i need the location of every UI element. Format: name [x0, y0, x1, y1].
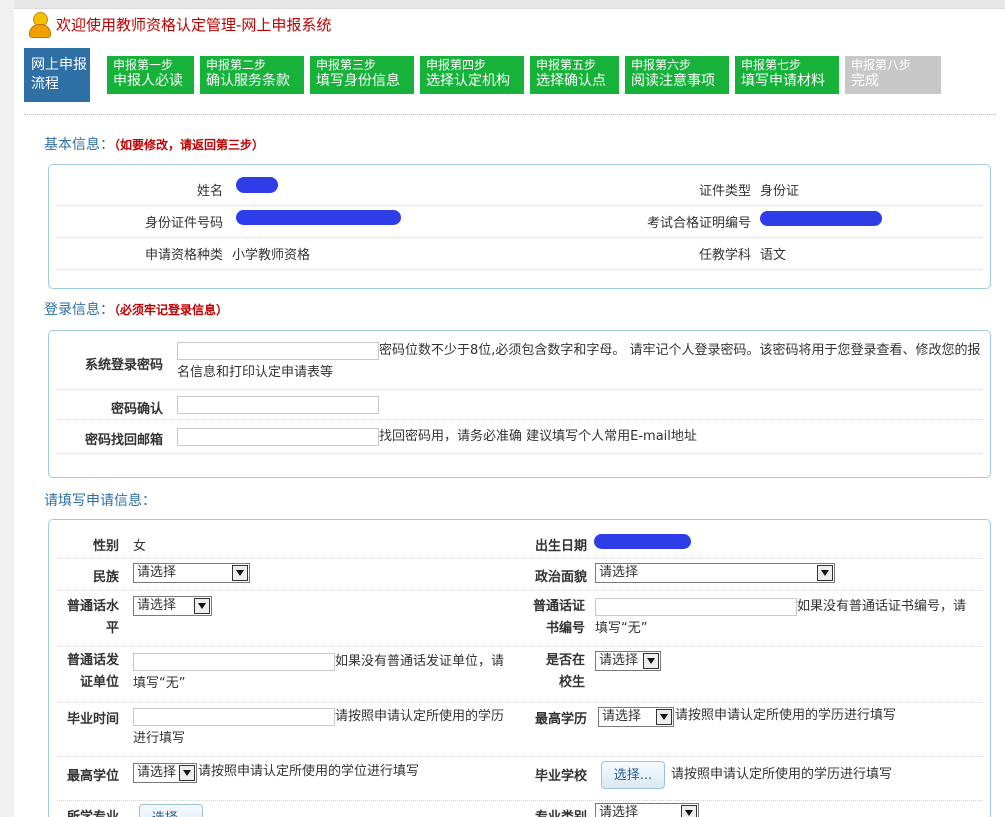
apply-row-ethnic: 民族 请选择 政治面貌 请选择: [57, 558, 982, 591]
degree-label: 最高学位: [66, 769, 119, 784]
edu-select[interactable]: 请选择: [598, 707, 674, 727]
login-info-note: （必须牢记登录信息）: [114, 303, 229, 317]
step-4: 申报第四步 选择认定机构: [420, 56, 530, 94]
confirm-label: 密码确认: [110, 402, 163, 417]
mandarin-cert-hint: 如果没有普通话证书编号，请填写“无”: [595, 599, 967, 636]
chevron-down-icon: [194, 598, 210, 614]
page: 欢迎使用教师资格认定管理-网上申报系统 网上申报流程 申报第一步 申报人必读 申报…: [14, 0, 1005, 817]
mandarin-level-label: 普通话水平: [66, 599, 119, 636]
login-info-title: 登录信息：（必须牢记登录信息）: [44, 302, 229, 318]
basic-info-note: （如要修改，请返回第三步）: [114, 138, 265, 152]
edu-label: 最高学历: [534, 712, 587, 727]
step-7: 申报第七步 填写申请材料: [735, 56, 845, 94]
email-label: 密码找回邮箱: [84, 433, 163, 448]
page-title: 欢迎使用教师资格认定管理-网上申报系统: [56, 15, 332, 34]
email-hint: 找回密码用，请务必准确 建议填写个人常用E-mail地址: [379, 429, 697, 444]
subject-label: 任教学科: [698, 248, 751, 263]
mandarin-org-label: 普通话发证单位: [66, 653, 119, 690]
major-type-select[interactable]: 请选择: [595, 803, 699, 817]
apply-info-box: 性别 女 出生日期 民族 请选择 政治面貌 请选择 普通话水平 请选择 普通话证…: [48, 519, 991, 817]
apply-info-title: 请填写申请信息：: [44, 493, 156, 509]
chevron-down-icon: [643, 653, 659, 669]
basic-info-box: 姓名 证件类型 身份证 身份证件号码 考试合格证明编号 申请资格种类 小学教师资…: [48, 164, 991, 289]
subject-value: 语文: [760, 248, 787, 263]
login-info-box: 系统登录密码 密码位数不少于8位,必须包含数字和字母。 请牢记个人登录密码。该密…: [48, 330, 991, 478]
school-label: 毕业学校: [534, 769, 587, 784]
major-label: 所学专业: [57, 806, 119, 817]
chevron-down-icon: [179, 765, 195, 781]
confirm-password-input[interactable]: [177, 396, 379, 414]
chevron-down-icon: [232, 565, 248, 581]
chevron-down-icon: [681, 805, 697, 817]
ethnic-label: 民族: [92, 570, 119, 585]
mandarin-org-hint: 如果没有普通话发证单位，请填写“无”: [133, 654, 505, 691]
basic-row-3: 申请资格种类 小学教师资格 任教学科 语文: [57, 237, 982, 270]
login-row-confirm: 密码确认: [57, 389, 982, 420]
gender-label: 性别: [92, 539, 119, 554]
step-3: 申报第三步 填写身份信息: [310, 56, 420, 94]
school-select-button[interactable]: 选择...: [601, 761, 665, 789]
ethnic-select[interactable]: 请选择: [133, 563, 250, 583]
grad-time-label: 毕业时间: [66, 712, 119, 727]
step-2: 申报第二步 确认服务条款: [200, 56, 310, 94]
basic-row-2: 身份证件号码 考试合格证明编号: [57, 205, 982, 238]
major-type-label: 专业类别: [517, 806, 587, 817]
grad-time-hint: 请按照申请认定所使用的学历进行填写: [133, 709, 505, 746]
user-icon: [26, 10, 52, 38]
mandarin-cert-label: 普通话证书编号: [532, 599, 585, 636]
step-1: 申报第一步 申报人必读: [107, 56, 200, 94]
degree-hint: 请按照申请认定所使用的学位进行填写: [198, 764, 420, 779]
id-no-value-redacted: [236, 210, 401, 225]
political-select[interactable]: 请选择: [595, 563, 835, 583]
apply-row-gender: 性别 女 出生日期: [57, 526, 982, 559]
password-label: 系统登录密码: [84, 358, 163, 373]
basic-row-1: 姓名 证件类型 身份证: [57, 173, 982, 206]
basic-info-title: 基本信息：（如要修改，请返回第三步）: [44, 137, 265, 153]
apply-row-major: 所学专业 选择... 专业类别 请选择: [57, 800, 982, 817]
exam-no-label: 考试合格证明编号: [646, 216, 751, 231]
school-hint: 请按照申请认定所使用的学历进行填写: [671, 767, 893, 782]
major-select-button[interactable]: 选择...: [139, 804, 203, 817]
political-label: 政治面貌: [534, 570, 587, 585]
step-6: 申报第六步 阅读注意事项: [625, 56, 735, 94]
apply-row-degree: 最高学位 请选择 请按照申请认定所使用的学位进行填写 毕业学校 选择... 请按…: [57, 756, 982, 801]
gender-value: 女: [133, 539, 147, 554]
chevron-down-icon: [817, 565, 833, 581]
degree-select[interactable]: 请选择: [133, 763, 197, 783]
email-input[interactable]: [177, 428, 379, 446]
exam-no-value-redacted: [760, 211, 882, 226]
password-hint: 密码位数不少于8位,必须包含数字和字母。 请牢记个人登录密码。该密码将用于您登录…: [177, 343, 981, 380]
edu-hint: 请按照申请认定所使用的学历进行填写: [675, 708, 897, 723]
birth-label: 出生日期: [534, 539, 587, 554]
birth-value-redacted: [594, 534, 691, 549]
qual-label: 申请资格种类: [144, 248, 223, 263]
steps-label: 网上申报流程: [24, 48, 90, 102]
top-bar: [14, 0, 1005, 9]
mandarin-level-select[interactable]: 请选择: [133, 596, 212, 616]
id-no-label: 身份证件号码: [144, 216, 223, 231]
header: 欢迎使用教师资格认定管理-网上申报系统: [26, 10, 331, 38]
divider: [24, 114, 996, 115]
name-label: 姓名: [196, 184, 223, 199]
apply-row-grad: 毕业时间 请按照申请认定所使用的学历进行填写 最高学历 请选择 请按照申请认定所…: [57, 702, 982, 757]
apply-row-mandarin-org: 普通话发证单位 如果没有普通话发证单位，请填写“无” 是否在校生 请选择: [57, 646, 982, 703]
step-8: 申报第八步 完成: [845, 56, 941, 94]
id-type-value: 身份证: [760, 184, 800, 199]
chevron-down-icon: [656, 709, 672, 725]
step-5: 申报第五步 选择确认点: [530, 56, 625, 94]
in-school-label: 是否在校生: [545, 653, 585, 690]
name-value-redacted: [236, 177, 278, 193]
apply-row-mandarin: 普通话水平 请选择 普通话证书编号 如果没有普通话证书编号，请填写“无”: [57, 590, 982, 647]
qual-value: 小学教师资格: [232, 248, 311, 263]
id-type-label: 证件类型: [698, 184, 751, 199]
login-row-password: 系统登录密码 密码位数不少于8位,必须包含数字和字母。 请牢记个人登录密码。该密…: [57, 337, 982, 390]
login-row-email: 密码找回邮箱 找回密码用，请务必准确 建议填写个人常用E-mail地址: [57, 419, 982, 454]
in-school-select[interactable]: 请选择: [595, 651, 661, 671]
